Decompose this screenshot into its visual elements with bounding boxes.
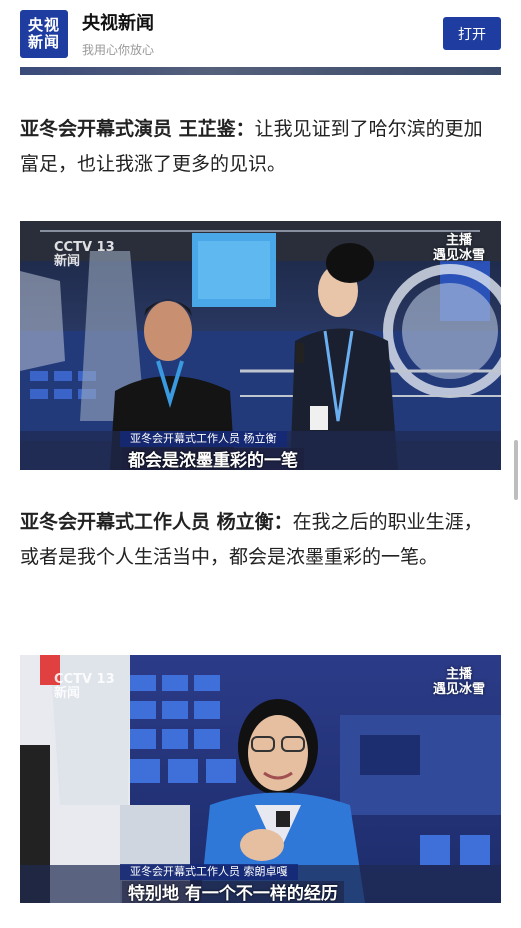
previous-image-edge: [20, 67, 501, 75]
watermark-line-2: 遇见冰雪: [432, 682, 485, 697]
app-title: 央视新闻: [82, 13, 154, 34]
header-text: 央视新闻 我用心你放心: [82, 9, 154, 58]
program-watermark: 主播 遇见冰雪: [433, 667, 485, 697]
channel-sub: 新闻: [54, 686, 81, 701]
program-watermark: 主播 遇见冰雪: [433, 233, 485, 263]
app-slogan: 我用心你放心: [82, 43, 155, 57]
subtitle-caption: 特别地 有一个不一样的经历: [122, 881, 344, 903]
speaker-name: 亚冬会开幕式工作人员 杨立衡：: [20, 511, 293, 533]
logo-line-2: 新闻: [27, 32, 60, 51]
scrollbar-thumb[interactable]: [514, 440, 518, 500]
logo-line-1: 央视: [27, 15, 60, 34]
channel-sub: 新闻: [54, 254, 81, 269]
channel-logo: CCTV 13 新闻: [54, 241, 115, 269]
open-app-button[interactable]: 打开: [443, 17, 501, 50]
video-still-1[interactable]: CCTV 13 新闻 主播 遇见冰雪 亚冬会开幕式工作人员 杨立衡 都会是浓墨重…: [20, 221, 501, 470]
quote-paragraph-1: 亚冬会开幕式演员 王芷鉴：让我见证到了哈尔滨的更加富足，也让我涨了更多的见识。: [20, 112, 501, 182]
channel-name: CCTV 13: [54, 672, 115, 687]
channel-name: CCTV 13: [54, 240, 115, 255]
watermark-line-1: 主播: [445, 667, 472, 682]
watermark-line-1: 主播: [445, 233, 472, 248]
subtitle-caption: 都会是浓墨重彩的一笔: [122, 448, 304, 470]
channel-logo: CCTV 13 新闻: [54, 673, 115, 701]
speaker-name: 亚冬会开幕式演员 王芷鉴：: [20, 118, 255, 140]
name-caption: 亚冬会开幕式工作人员 杨立衡: [120, 431, 287, 447]
name-caption: 亚冬会开幕式工作人员 索朗卓嘎: [120, 864, 298, 880]
cctv-news-logo[interactable]: 央视 新闻: [20, 9, 68, 58]
quote-paragraph-2: 亚冬会开幕式工作人员 杨立衡：在我之后的职业生涯，或者是我个人生活当中，都会是浓…: [20, 505, 501, 575]
watermark-line-2: 遇见冰雪: [432, 248, 485, 263]
video-still-2[interactable]: CCTV 13 新闻 主播 遇见冰雪 亚冬会开幕式工作人员 索朗卓嘎 特别地 有…: [20, 655, 501, 903]
app-header: 央视 新闻 央视新闻 我用心你放心 打开: [0, 0, 521, 67]
